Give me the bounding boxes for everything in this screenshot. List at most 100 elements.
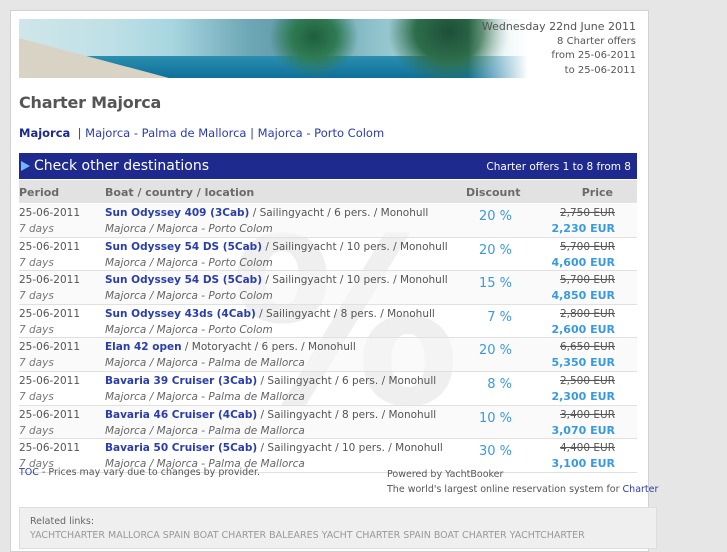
row-date: 25-06-2011 xyxy=(19,207,81,219)
tagline: The world's largest online reservation s… xyxy=(387,484,623,495)
offer-range: Charter offers 1 to 8 from 8 xyxy=(486,161,631,173)
row-date: 25-06-2011 xyxy=(19,442,81,455)
row-old-price: 2,750 EUR xyxy=(559,207,615,219)
row-boat: Bavaria 50 Cruiser (5Cab) / Sailingyacht… xyxy=(105,442,443,454)
breadcrumb-palma[interactable]: Majorca - Palma de Mallorca xyxy=(85,126,246,140)
row-date: 25-06-2011 xyxy=(19,374,81,387)
date-to: to 25-06-2011 xyxy=(564,64,636,76)
row-old-price: 2,500 EUR xyxy=(559,374,615,387)
charter-link[interactable]: Charter xyxy=(623,484,659,495)
row-location: Majorca / Majorca - Palma de Mallorca xyxy=(105,357,305,370)
table-row: 25-06-2011 7 days Bavaria 46 Cruiser (4Cab… xyxy=(19,405,637,440)
related-links[interactable]: YACHTCHARTER MALLORCA SPAIN BOAT CHARTER… xyxy=(30,530,585,541)
row-date: 25-06-2011 xyxy=(19,274,81,287)
date-from: from 25-06-2011 xyxy=(551,50,636,61)
boat-details: / Sailingyacht / 6 pers. / Monohull xyxy=(249,207,429,219)
row-old-price: 4,400 EUR xyxy=(559,442,615,455)
row-new-price: 2,300 EUR xyxy=(551,389,615,403)
toc-link[interactable]: TOC xyxy=(19,467,39,478)
row-date: 25-06-2011 xyxy=(19,307,81,320)
row-discount: 10 % xyxy=(478,410,512,426)
row-new-price: 5,350 EUR xyxy=(551,356,615,370)
boat-link[interactable]: Sun Odyssey 54 DS (5Cab) xyxy=(105,274,262,286)
row-location: Majorca / Majorca - Palma de Mallorca xyxy=(105,424,305,437)
row-new-price: 4,850 EUR xyxy=(551,289,615,303)
table-row: 25-06-2011 7 days Sun Odyssey 43ds (4Cab) … xyxy=(19,305,637,339)
row-old-price: 3,400 EUR xyxy=(559,408,615,421)
page-title: Charter Majorca xyxy=(19,93,162,112)
row-discount: 8 % xyxy=(487,376,512,392)
row-boat: Sun Odyssey 54 DS (5Cab) / Sailingyacht … xyxy=(105,241,448,253)
row-discount: 30 % xyxy=(478,444,512,460)
boat-link[interactable]: Sun Odyssey 43ds (4Cab) xyxy=(105,308,256,320)
boat-link[interactable]: Elan 42 open xyxy=(105,341,182,353)
boat-details: / Sailingyacht / 10 pers. / Monohull xyxy=(257,442,443,455)
col-price[interactable]: Price xyxy=(582,186,613,199)
boat-link[interactable]: Bavaria 39 Cruiser (3Cab) xyxy=(105,375,257,387)
row-discount: 20 % xyxy=(478,343,512,359)
row-discount: 15 % xyxy=(478,276,512,292)
row-boat: Bavaria 39 Cruiser (3Cab) / Sailingyacht… xyxy=(105,375,436,387)
breadcrumb-majorca[interactable]: Majorca xyxy=(19,126,70,140)
row-location: Majorca / Majorca - Porto Colom xyxy=(105,256,273,269)
boat-details: / Sailingyacht / 8 pers. / Monohull xyxy=(255,307,435,320)
table-row: 25-06-2011 7 days Elan 42 open / Motoryach… xyxy=(19,338,637,372)
current-date: Wednesday 22nd June 2011 xyxy=(481,20,636,33)
row-boat: Bavaria 46 Cruiser (4Cab) / Sailingyacht… xyxy=(105,409,436,421)
breadcrumb-porto-colom[interactable]: Majorca - Porto Colom xyxy=(258,126,385,140)
boat-details: / Sailingyacht / 6 pers. / Monohull xyxy=(257,374,437,387)
row-days: 7 days xyxy=(19,223,54,235)
row-date: 25-06-2011 xyxy=(19,341,81,354)
table-row: 25-06-2011 7 days Sun Odyssey 54 DS (5Cab)… xyxy=(19,271,637,305)
boat-link[interactable]: Bavaria 50 Cruiser (5Cab) xyxy=(105,442,257,454)
boat-details: / Sailingyacht / 8 pers. / Monohull xyxy=(257,408,437,421)
row-date: 25-06-2011 xyxy=(19,408,81,421)
offer-meta: Wednesday 22nd June 2011 8 Charter offer… xyxy=(482,20,636,78)
row-boat: Sun Odyssey 43ds (4Cab) / Sailingyacht /… xyxy=(105,308,435,320)
row-location: Majorca / Majorca - Porto Colom xyxy=(105,323,273,336)
breadcrumb: Majorca | Majorca - Palma de Mallorca | … xyxy=(19,126,385,140)
row-days: 7 days xyxy=(19,323,54,336)
row-old-price: 6,650 EUR xyxy=(559,341,615,354)
row-date: 25-06-2011 xyxy=(19,240,81,253)
offer-count: 8 Charter offers xyxy=(557,35,636,47)
row-discount: 20 % xyxy=(478,209,512,224)
table-row: 25-06-2011 7 days Sun Odyssey 54 DS (5Cab)… xyxy=(19,238,637,272)
related-links-box: Related links: YACHTCHARTER MALLORCA SPA… xyxy=(19,507,657,549)
related-links-label: Related links: xyxy=(30,516,95,527)
check-destinations-link[interactable]: Check other destinations xyxy=(34,158,209,174)
boat-link[interactable]: Sun Odyssey 54 DS (5Cab) xyxy=(105,241,262,253)
row-location: Majorca / Majorca - Porto Colom xyxy=(105,290,273,303)
row-boat: Sun Odyssey 409 (3Cab) / Sailingyacht / … xyxy=(105,207,428,219)
destinations-bar: Check other destinations Charter offers … xyxy=(19,153,637,179)
row-days: 7 days xyxy=(19,424,54,437)
row-days: 7 days xyxy=(19,357,54,370)
row-old-price: 2,800 EUR xyxy=(559,307,615,320)
row-location: Majorca / Majorca - Porto Colom xyxy=(105,223,273,235)
col-period[interactable]: Period xyxy=(19,186,59,199)
row-new-price: 3,070 EUR xyxy=(551,423,615,437)
boat-link[interactable]: Sun Odyssey 409 (3Cab) xyxy=(105,207,249,219)
row-old-price: 5,700 EUR xyxy=(559,274,615,287)
row-boat: Sun Odyssey 54 DS (5Cab) / Sailingyacht … xyxy=(105,274,448,286)
banner-image xyxy=(19,19,528,78)
row-days: 7 days xyxy=(19,290,54,303)
footer-credits: Powered by YachtBooker The world's large… xyxy=(387,467,658,497)
boat-link[interactable]: Bavaria 46 Cruiser (4Cab) xyxy=(105,409,257,421)
row-boat: Elan 42 open / Motoryacht / 6 pers. / Mo… xyxy=(105,341,356,353)
row-days: 7 days xyxy=(19,390,54,403)
table-row: 25-06-2011 7 days Sun Odyssey 409 (3Cab) /… xyxy=(19,204,637,238)
offers-table: 25-06-2011 7 days Sun Odyssey 409 (3Cab) /… xyxy=(19,204,637,473)
powered-by: Powered by YachtBooker xyxy=(387,469,504,480)
footer-note: TOC - Prices may vary due to changes by … xyxy=(19,467,260,478)
boat-details: / Sailingyacht / 10 pers. / Monohull xyxy=(262,240,448,253)
col-discount[interactable]: Discount xyxy=(466,186,520,199)
row-location: Majorca / Majorca - Palma de Mallorca xyxy=(105,390,305,403)
row-old-price: 5,700 EUR xyxy=(559,240,615,253)
boat-details: / Motoryacht / 6 pers. / Monohull xyxy=(181,341,356,354)
table-row: 25-06-2011 7 days Bavaria 39 Cruiser (3Cab… xyxy=(19,372,637,406)
row-new-price: 4,600 EUR xyxy=(551,255,615,269)
row-new-price: 2,600 EUR xyxy=(551,322,615,336)
price-disclaimer: - Prices may vary due to changes by prov… xyxy=(38,467,261,478)
row-new-price: 2,230 EUR xyxy=(551,222,615,235)
